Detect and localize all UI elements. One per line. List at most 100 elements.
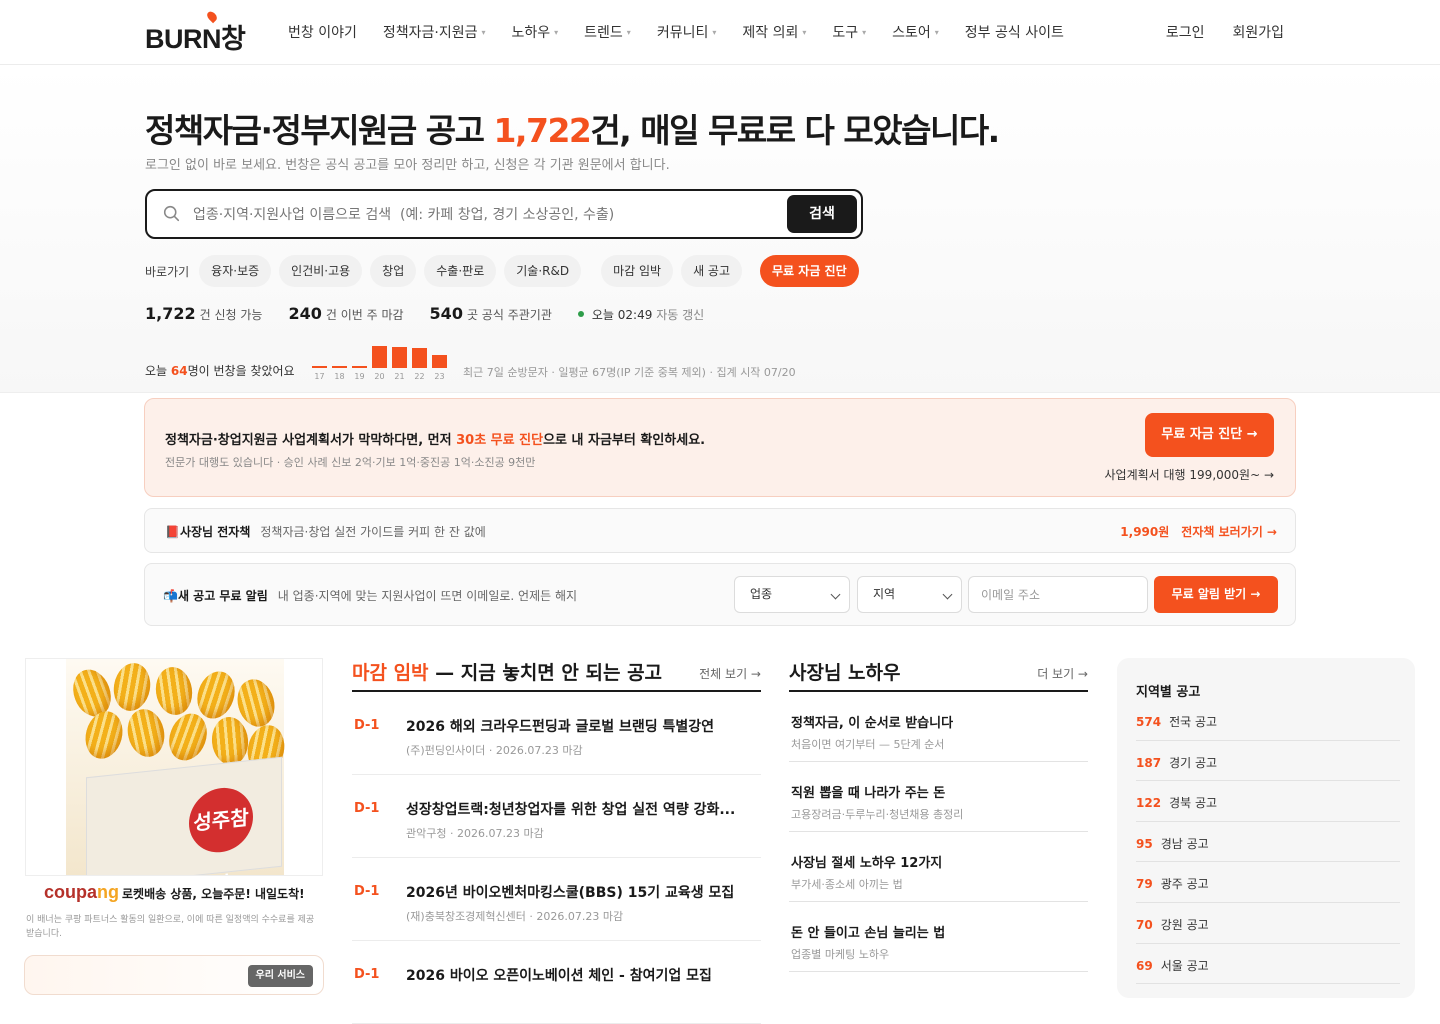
deadline-item[interactable]: D-1 2026년 바이오벤처마킹스쿨(BBS) 15기 교육생 모집 (재)충북창…	[352, 858, 761, 941]
subscribe-button[interactable]: 무료 알림 받기 →	[1154, 576, 1278, 613]
deadline-item-meta: (주)펀딩인사이더 · 2026.07.23 마감	[406, 744, 583, 757]
knowhow-item-title: 사장님 절세 노하우 12가지	[791, 856, 943, 871]
region-item[interactable]: 79 광주 공고	[1136, 862, 1400, 903]
flame-icon	[205, 9, 219, 24]
region-item[interactable]: 69 서울 공고	[1136, 944, 1400, 985]
nav-item[interactable]: 커뮤니티 ▾	[657, 22, 717, 42]
search-input[interactable]	[193, 203, 773, 227]
caret-icon: ▾	[626, 28, 631, 37]
deadline-item[interactable]: D-1 성장창업트랙:청년창업자를 위한 창업 실전 역량 강화... 관악구청 ·…	[352, 775, 761, 858]
alert-title: 새 공고 무료 알림	[177, 589, 268, 603]
see-all-link[interactable]: 전체 보기 →	[699, 665, 761, 682]
search-box: 검색	[145, 189, 863, 239]
knowhow-item-meta: 고용장려금·두루누리·청년채용 총정리	[791, 808, 964, 821]
region-item[interactable]: 122 경북 공고	[1136, 781, 1400, 822]
region-item[interactable]: 187 경기 공고	[1136, 741, 1400, 782]
nav-item[interactable]: 정책자금·지원금 ▾	[383, 22, 486, 42]
visitor-count: 오늘 64명이 번창을 찾았어요	[145, 364, 295, 378]
email-field[interactable]	[969, 577, 1147, 612]
region-item[interactable]: 70 강원 공고	[1136, 903, 1400, 944]
region-count: 574	[1136, 715, 1162, 729]
ebook-link[interactable]: 전자책 보러가기 →	[1181, 525, 1277, 539]
visitor-note: 최근 7일 순방문자 · 일평균 67명(IP 기준 중복 제외) · 집계 시…	[463, 366, 796, 379]
service-pill: 우리 서비스	[247, 965, 313, 987]
knowhow-item[interactable]: 정책자금, 이 순서로 받습니다 처음이면 여기부터 — 5단계 순서	[789, 692, 1088, 762]
nav-item[interactable]: 트렌드 ▾	[584, 22, 631, 42]
stat-number: 1,722	[145, 304, 196, 323]
knowhow-item[interactable]: 사장님 절세 노하우 12가지부가세·종소세 아끼는 법	[789, 832, 1088, 902]
update-status: 오늘 02:49 자동 갱신	[577, 306, 704, 323]
day-tick: 18	[334, 372, 345, 381]
day-tick: 22	[414, 372, 425, 381]
region-label: 광주 공고	[1160, 877, 1209, 892]
ebook-price: 1,990원	[1120, 525, 1170, 539]
knowhow-item-title: 돈 안 들이고 손님 늘리는 법	[791, 926, 946, 941]
region-item[interactable]: 574 전국 공고	[1136, 700, 1400, 741]
free-diagnosis-button[interactable]: 무료 자금 진단 →	[1145, 413, 1274, 457]
nav-item[interactable]: 노하우 ▾	[512, 22, 559, 42]
knowhow-section: 사장님 노하우 더 보기 → 정책자금, 이 순서로 받습니다 처음이면 여기부터…	[789, 658, 1088, 972]
day-tick: 19	[354, 372, 365, 381]
region-item[interactable]: 95 경남 공고	[1136, 822, 1400, 863]
nav-item[interactable]: 스토어 ▾	[892, 22, 939, 42]
page-title: 정책자금·정부지원금 공고 1,722건, 매일 무료로 다 모았습니다.	[145, 111, 1000, 150]
dday-badge: D-1	[354, 718, 380, 733]
deadline-item[interactable]: D-1 2026 해외 크라우드펀딩과 글로벌 브랜딩 특별강연 (주)펀딩인사이더…	[352, 692, 761, 775]
region-count: 95	[1136, 836, 1153, 851]
nav-item[interactable]: 정부 공식 사이트	[965, 22, 1064, 42]
mailbox-icon: 📬	[163, 589, 178, 603]
region-sidebar: 지역별 공고 574 전국 공고 187 경기 공고 122 경북 공고 95 경남 공고 79…	[1117, 658, 1415, 998]
quick-chip[interactable]: 융자·보증	[199, 255, 272, 287]
nav-label: 정부 공식 사이트	[964, 25, 1064, 41]
coupang-ad[interactable]: 성주참외 coupang 로켓배송 상품, 오늘주문! 내일도착! 이 배너는 …	[24, 658, 324, 995]
nav-label: 도구	[832, 25, 859, 41]
nav-item[interactable]: 도구 ▾	[832, 22, 866, 42]
announcement-count: 1,722	[493, 111, 591, 150]
visitor-bar	[392, 347, 407, 368]
nav-item[interactable]: 번창 이야기	[288, 22, 357, 42]
nav-label: 스토어	[892, 25, 931, 41]
knowhow-item-meta: 부가세·종소세 아끼는 법	[791, 878, 903, 891]
region-count: 70	[1136, 917, 1153, 932]
signup-link[interactable]: 회원가입	[1232, 22, 1284, 42]
nav-label: 노하우	[511, 25, 551, 41]
quick-chip[interactable]: 새 공고	[681, 255, 743, 287]
our-service-card[interactable]: 우리 서비스	[24, 955, 324, 995]
quick-chip[interactable]: 수출·판로	[424, 255, 497, 287]
more-link[interactable]: 더 보기 →	[1037, 665, 1088, 682]
site-logo[interactable]: BURN창	[145, 9, 246, 56]
caret-icon: ▾	[554, 28, 559, 37]
caret-icon: ▾	[712, 28, 717, 37]
stat-number: 540	[429, 304, 463, 323]
quick-chip[interactable]: 마감 임박	[601, 255, 674, 287]
region-select[interactable]: 지역	[857, 576, 962, 613]
dday-badge: D-1	[354, 884, 380, 899]
ebook-banner[interactable]: 📕사장님 전자책 정책자금·창업 실전 가이드를 커피 한 잔 값에 1,990원…	[144, 508, 1296, 553]
stats-row: 1,722 건 신청 가능 240 건 이번 주 마감 540 곳 공식 주관기관 오늘 0…	[145, 304, 704, 323]
search-icon	[163, 205, 180, 222]
knowhow-item[interactable]: 직원 뽑을 때 나라가 주는 돈 고용장려금·두루누리·청년채용 총정리	[789, 762, 1088, 832]
knowhow-item[interactable]: 돈 안 들이고 손님 늘리는 법 업종별 마케팅 노하우	[789, 902, 1088, 972]
day-tick: 17	[314, 372, 325, 381]
ad-tagline: 로켓배송 상품, 오늘주문! 내일도착!	[122, 887, 305, 901]
business-plan-link[interactable]: 사업계획서 대행 199,000원~ →	[1105, 466, 1275, 483]
deadline-item[interactable]: D-1 2026 바이오 오픈이노베이션 체인 - 참여기업 모집	[352, 941, 761, 1024]
nav-item[interactable]: 제작 의뢰 ▾	[742, 22, 806, 42]
chevron-down-icon	[830, 589, 841, 600]
deadline-section: 마감 임박 — 지금 놓치면 안 되는 공고 전체 보기 → D-1 2026 해…	[352, 658, 761, 1024]
visitor-sparkline: 17 18 19 20 21 22 23	[312, 336, 452, 381]
auth-links: 로그인 회원가입	[1166, 22, 1284, 42]
visitor-bar	[312, 366, 327, 368]
search-button[interactable]: 검색	[787, 195, 857, 233]
diagnosis-chip-button[interactable]: 무료 자금 진단	[760, 255, 859, 287]
day-tick: 23	[434, 372, 445, 381]
industry-select[interactable]: 업종	[734, 576, 850, 613]
quick-chip[interactable]: 기술·R&D	[504, 255, 582, 287]
stat-label: 건 이번 주 마감	[325, 308, 404, 322]
quick-chip[interactable]: 창업	[370, 255, 417, 287]
promo-subtext: 전문가 대행도 있습니다 · 승인 사례 신보 2억·기보 1억·중진공 1억·…	[165, 456, 536, 469]
quick-chip[interactable]: 인건비·고용	[279, 255, 363, 287]
login-link[interactable]: 로그인	[1166, 22, 1205, 42]
caret-icon: ▾	[934, 28, 939, 37]
alert-desc: 내 업종·지역에 맞는 지원사업이 뜨면 이메일로. 언제든 해지	[277, 589, 578, 603]
